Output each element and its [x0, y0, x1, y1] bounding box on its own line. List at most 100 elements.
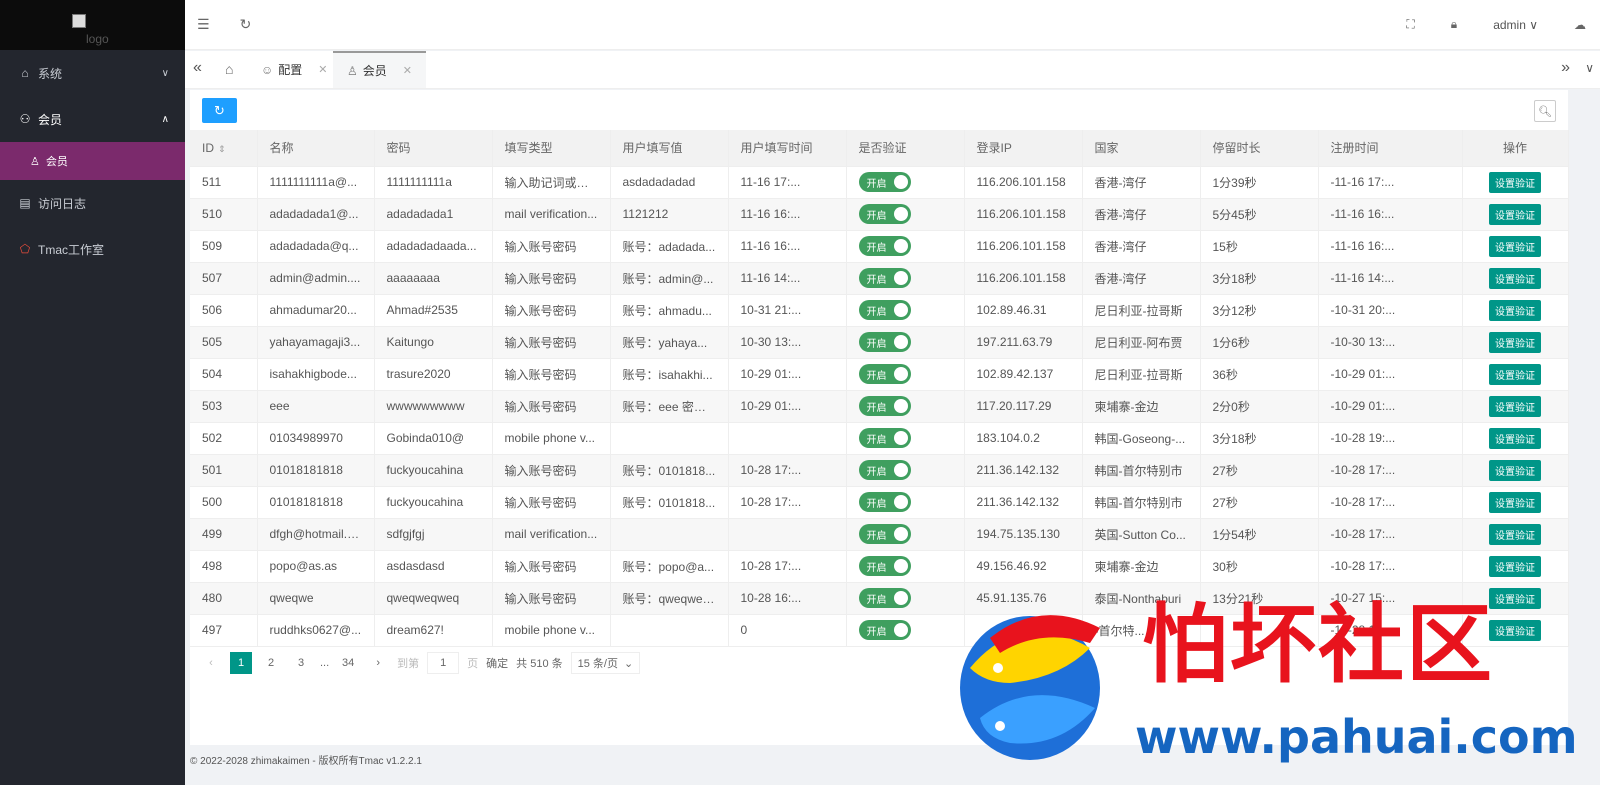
set-verify-button[interactable]: 设置验证	[1489, 267, 1541, 289]
cell-fill-value: 账号：adadada...	[610, 230, 729, 263]
verify-toggle[interactable]: 开启	[858, 396, 911, 416]
cell-country: 韩国-Goseong-...	[1082, 422, 1201, 455]
cell-fill-value: 账号：isahakhi...	[610, 358, 729, 391]
toggle-knob	[893, 303, 908, 317]
toggle-knob	[893, 431, 908, 445]
cell-register-time: -10-29 01:...	[1318, 390, 1463, 423]
menu-toggle-icon[interactable]: ☰	[197, 16, 210, 33]
top-header: ☰ ↻ ⛶ 🔒︎ admin ∨ ☁	[185, 0, 1600, 50]
cell-fill-time: 10-31 21:...	[728, 294, 847, 327]
verify-toggle[interactable]: 开启	[858, 620, 911, 640]
set-verify-button[interactable]: 设置验证	[1489, 203, 1541, 225]
column-header[interactable]: ID ⇕	[190, 130, 258, 167]
theme-icon[interactable]: ☁	[1574, 18, 1586, 32]
refresh-button[interactable]: ↻	[202, 98, 237, 123]
verify-toggle[interactable]: 开启	[858, 300, 911, 320]
sidebar-item-system[interactable]: ⌂ 系统 ∨	[0, 50, 185, 96]
logo: logo	[0, 0, 185, 50]
cell-name: admin@admin....	[257, 262, 375, 295]
set-verify-button[interactable]: 设置验证	[1489, 555, 1541, 577]
table-row: 506 ahmadumar20... Ahmad#2535 输入账号密码 账号：ahma…	[190, 294, 1569, 327]
confirm-button[interactable]: 确定	[486, 652, 508, 674]
column-label: 国家	[1094, 141, 1119, 156]
table-row: 499 dfgh@hotmail.c... sdfgjfgj mail verific…	[190, 518, 1569, 551]
cell-stay-duration: 27秒	[1200, 454, 1319, 487]
set-verify-button[interactable]: 设置验证	[1489, 331, 1541, 353]
cell-id: 507	[190, 262, 258, 295]
verify-toggle[interactable]: 开启	[858, 364, 911, 384]
column-label: 操作	[1502, 141, 1527, 156]
verify-toggle[interactable]: 开启	[858, 460, 911, 480]
column-label: 是否验证	[858, 141, 907, 156]
set-verify-button[interactable]: 设置验证	[1489, 491, 1541, 513]
close-icon[interactable]: ✕	[403, 64, 412, 77]
verify-toggle[interactable]: 开启	[858, 268, 911, 288]
cell-id: 501	[190, 454, 258, 487]
reload-icon[interactable]: ↻	[240, 16, 252, 33]
page-button-last[interactable]: 34	[337, 652, 359, 674]
set-verify-button[interactable]: 设置验证	[1489, 363, 1541, 385]
set-verify-button[interactable]: 设置验证	[1489, 171, 1541, 193]
user-menu[interactable]: admin ∨	[1493, 18, 1538, 32]
column-header: 注册时间	[1318, 130, 1463, 167]
page-button-1[interactable]: 1	[230, 652, 252, 674]
cell-fill-time	[728, 422, 847, 455]
tabs-next-icon[interactable]: »	[1561, 59, 1570, 77]
cell-stay-duration: 1分54秒	[1200, 518, 1319, 551]
page-button-2[interactable]: 2	[260, 652, 282, 674]
cell-country: 英国-Sutton Co...	[1082, 518, 1201, 551]
fullscreen-icon[interactable]: ⛶	[1406, 17, 1414, 32]
verify-toggle[interactable]: 开启	[858, 204, 911, 224]
verify-toggle[interactable]: 开启	[858, 332, 911, 352]
verify-toggle[interactable]: 开启	[858, 556, 911, 576]
close-icon[interactable]: ✕	[318, 63, 327, 76]
cell-login-ip: 102.89.42.137	[964, 358, 1083, 391]
toggle-knob	[893, 495, 908, 509]
column-label: 名称	[269, 141, 294, 156]
set-verify-button[interactable]: 设置验证	[1489, 235, 1541, 257]
sidebar-item-members[interactable]: ⚇ 会员 ∧	[0, 96, 185, 142]
cell-fill-type: mail verification...	[492, 198, 611, 231]
goto-page-input[interactable]: 1	[427, 652, 460, 674]
goto-label: 到第	[397, 658, 420, 670]
search-icon[interactable]: 🔍︎	[1534, 100, 1556, 122]
verify-toggle[interactable]: 开启	[858, 524, 911, 544]
cell-register-time: -10-30 13:...	[1318, 326, 1463, 359]
set-verify-button[interactable]: 设置验证	[1489, 299, 1541, 321]
toggle-knob	[893, 527, 908, 541]
cell-country: 韩国-首尔特别市	[1082, 486, 1201, 519]
prev-page-icon[interactable]: ‹	[200, 652, 222, 674]
page-size-select[interactable]: 15 条/页 ⌄	[570, 652, 641, 674]
tab-members[interactable]: ♙ 会员 ✕	[333, 51, 426, 88]
sidebar-item-access-log[interactable]: ▤ 访问日志	[0, 180, 185, 226]
sort-icon[interactable]: ⇕	[218, 144, 226, 154]
verify-toggle[interactable]: 开启	[858, 236, 911, 256]
verify-toggle[interactable]: 开启	[858, 588, 911, 608]
verify-toggle[interactable]: 开启	[858, 428, 911, 448]
sidebar-subitem-members[interactable]: ♙ 会员	[0, 142, 185, 180]
column-label: 用户填写值	[622, 141, 683, 156]
set-verify-button[interactable]: 设置验证	[1489, 395, 1541, 417]
set-verify-button[interactable]: 设置验证	[1489, 459, 1541, 481]
verify-toggle[interactable]: 开启	[858, 492, 911, 512]
sidebar-item-tmac-studio[interactable]: ⬠ Tmac工作室	[0, 226, 185, 272]
sidebar-item-label: 系统	[38, 66, 63, 81]
cell-country: 韩国-首尔特别市	[1082, 454, 1201, 487]
home-tab-icon[interactable]: ⌂	[225, 61, 233, 77]
chevron-down-icon[interactable]: ∨	[1585, 61, 1594, 75]
cell-actions: 设置验证	[1462, 294, 1569, 327]
next-page-icon[interactable]: ›	[367, 652, 389, 674]
tab-config[interactable]: ☺ 配置 ✕	[247, 51, 342, 88]
page-button-3[interactable]: 3	[290, 652, 312, 674]
home-icon: ⌂	[21, 66, 29, 80]
set-verify-button[interactable]: 设置验证	[1489, 427, 1541, 449]
logo-alt-text: logo	[86, 32, 109, 46]
table-row: 502 01034989970 Gobinda010@ mobile phone v.…	[190, 422, 1569, 455]
tabs-prev-icon[interactable]: «	[193, 59, 202, 77]
cell-verified: 开启	[846, 422, 965, 455]
column-label: 用户填写时间	[740, 141, 813, 156]
lock-icon[interactable]: 🔒︎	[1451, 17, 1457, 32]
verify-toggle[interactable]: 开启	[858, 172, 911, 192]
cell-fill-time: 10-29 01:...	[728, 358, 847, 391]
set-verify-button[interactable]: 设置验证	[1489, 523, 1541, 545]
